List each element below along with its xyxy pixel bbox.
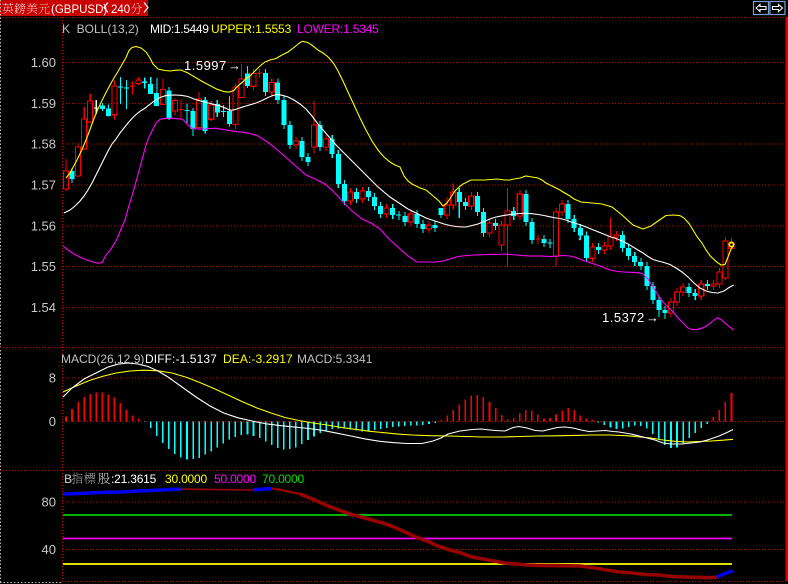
svg-text:→: → xyxy=(646,310,659,325)
svg-text:MACD:5.3341: MACD:5.3341 xyxy=(297,352,373,366)
svg-text:40: 40 xyxy=(42,542,56,557)
svg-text:K BOLL(13,2): K BOLL(13,2) xyxy=(62,22,139,36)
svg-text:1.59: 1.59 xyxy=(31,96,56,111)
svg-text:→: → xyxy=(228,58,241,73)
svg-text:1.5372: 1.5372 xyxy=(602,310,645,325)
svg-text:30.0000: 30.0000 xyxy=(165,472,208,486)
svg-text:240: 240 xyxy=(111,4,130,16)
svg-text:1.57: 1.57 xyxy=(31,178,56,193)
svg-text:1.55: 1.55 xyxy=(31,259,56,274)
svg-text:B: B xyxy=(64,472,72,486)
svg-text:8: 8 xyxy=(49,370,56,385)
svg-text:DEA:-3.2917: DEA:-3.2917 xyxy=(223,352,293,366)
svg-text:80: 80 xyxy=(42,495,56,510)
svg-text:LOWER:1.5345: LOWER:1.5345 xyxy=(297,22,379,36)
svg-text:DIFF:-1.5137: DIFF:-1.5137 xyxy=(145,352,217,366)
svg-text:1.56: 1.56 xyxy=(31,218,56,233)
svg-text:70.0000: 70.0000 xyxy=(262,472,305,486)
svg-text::21.3615: :21.3615 xyxy=(111,472,157,486)
svg-text:50.0000: 50.0000 xyxy=(214,472,257,486)
svg-text:0: 0 xyxy=(49,414,56,429)
svg-text:UPPER:1.5553: UPPER:1.5553 xyxy=(211,22,292,36)
svg-text:1.60: 1.60 xyxy=(31,55,56,70)
svg-text:(GBPUSD): (GBPUSD) xyxy=(51,4,107,16)
svg-text:1.5997: 1.5997 xyxy=(184,58,227,73)
svg-text:1.54: 1.54 xyxy=(31,300,56,315)
svg-text:1.58: 1.58 xyxy=(31,137,56,152)
svg-text:MID:1.5449: MID:1.5449 xyxy=(150,22,209,36)
